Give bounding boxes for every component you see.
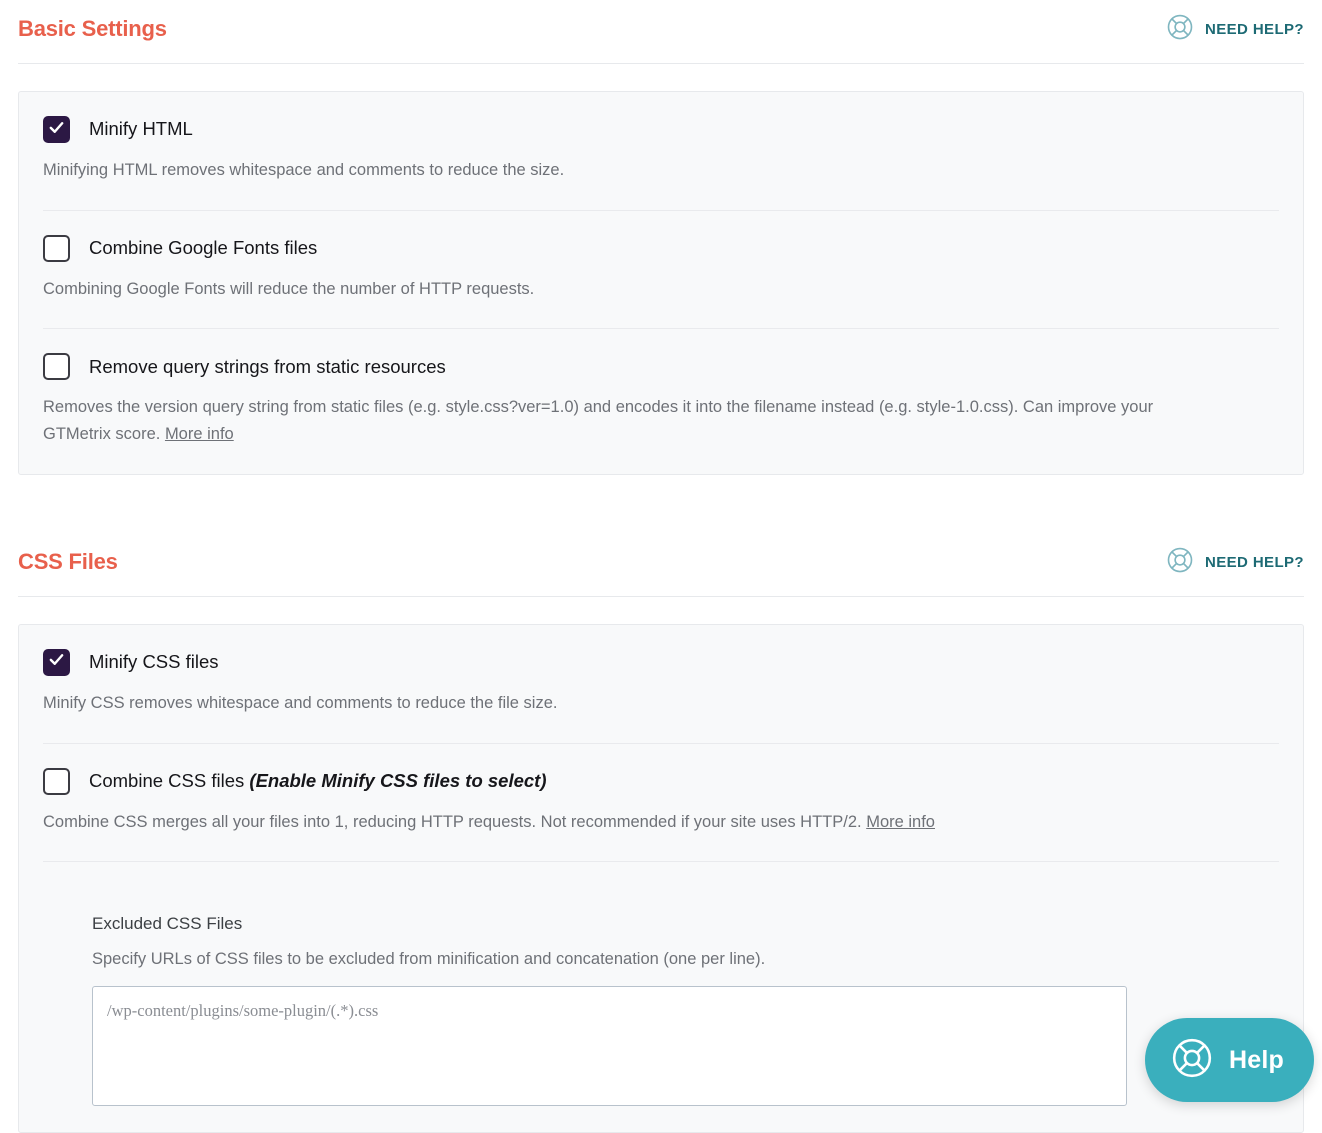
section-header: CSS Files NEED HELP?: [18, 533, 1304, 597]
setting-description-text: Minifying HTML removes whitespace and co…: [43, 161, 565, 179]
setting-label: Minify CSS files: [89, 651, 219, 673]
row-head: Remove query strings from static resourc…: [43, 353, 1279, 381]
need-help-link[interactable]: NEED HELP?: [1165, 12, 1304, 47]
checkbox-combine-google-fonts-files[interactable]: [43, 234, 70, 262]
setting-label: Remove query strings from static resourc…: [89, 356, 446, 378]
setting-description: Removes the version query string from st…: [43, 394, 1173, 447]
help-widget-button[interactable]: Help: [1145, 1018, 1314, 1102]
lifebuoy-icon: [1165, 545, 1195, 580]
setting-description: Minifying HTML removes whitespace and co…: [43, 157, 1173, 184]
settings-page: Basic Settings NEED HELP? Minify HTML Mi…: [0, 0, 1322, 1133]
setting-label-text: Minify CSS files: [89, 651, 219, 673]
setting-description: Combining Google Fonts will reduce the n…: [43, 276, 1173, 303]
checkbox-minify-html[interactable]: [43, 116, 70, 143]
setting-description: Minify CSS removes whitespace and commen…: [43, 690, 1173, 717]
setting-row-excluded-css-files: Excluded CSS Files Specify URLs of CSS f…: [43, 862, 1279, 1132]
check-icon: [48, 119, 65, 141]
setting-label: Combine CSS files (Enable Minify CSS fil…: [89, 770, 547, 792]
need-help-label: NEED HELP?: [1204, 21, 1304, 38]
setting-label-text: Combine CSS files: [89, 770, 250, 791]
setting-description-text: Combining Google Fonts will reduce the n…: [43, 279, 535, 298]
setting-label-text: Remove query strings from static resourc…: [89, 355, 446, 377]
more-info-link[interactable]: More info: [165, 425, 234, 443]
check-icon: [48, 651, 65, 673]
section-basic-settings: Basic Settings NEED HELP? Minify HTML Mi…: [0, 0, 1322, 475]
section-title-css-files: CSS Files: [18, 549, 118, 575]
section-header: Basic Settings NEED HELP?: [18, 0, 1304, 64]
section-css-files: CSS Files NEED HELP? Minify CSS files Mi…: [0, 533, 1322, 1133]
setting-row-minify-css-files: Minify CSS files Minify CSS removes whit…: [43, 625, 1279, 744]
need-help-link[interactable]: NEED HELP?: [1165, 545, 1304, 580]
excluded-css-files-label: Excluded CSS Files: [92, 914, 243, 934]
setting-description-text: Minify CSS removes whitespace and commen…: [43, 693, 558, 712]
row-head: Combine CSS files (Enable Minify CSS fil…: [43, 767, 1279, 795]
setting-row-combine-css-files: Combine CSS files (Enable Minify CSS fil…: [43, 744, 1279, 863]
lifebuoy-icon: [1165, 12, 1195, 47]
need-help-label: NEED HELP?: [1204, 553, 1304, 571]
setting-label: Combine Google Fonts files: [89, 237, 317, 259]
help-widget-label: Help: [1229, 1045, 1284, 1074]
row-head: Minify HTML: [43, 116, 1279, 143]
setting-row-remove-query-strings: Remove query strings from static resourc…: [43, 329, 1279, 473]
setting-description-text: Combine CSS merges all your files into 1…: [43, 812, 867, 831]
excluded-css-files-description: Specify URLs of CSS files to be excluded…: [92, 949, 766, 968]
field-block: Excluded CSS Files Specify URLs of CSS f…: [43, 886, 1279, 1107]
row-head: Minify CSS files: [43, 648, 1279, 676]
row-head: Combine Google Fonts files: [43, 234, 1279, 262]
checkbox-minify-css-files[interactable]: [43, 648, 70, 676]
setting-row-combine-google-fonts-files: Combine Google Fonts files Combining Goo…: [43, 211, 1279, 330]
excluded-css-files-input[interactable]: [92, 986, 1127, 1107]
page-title: Basic Settings: [18, 16, 167, 42]
setting-label-hint: (Enable Minify CSS files to select): [249, 770, 547, 791]
checkbox-combine-css-files[interactable]: [43, 767, 70, 795]
setting-label-text: Minify HTML: [89, 118, 193, 140]
setting-row-minify-html: Minify HTML Minifying HTML removes white…: [43, 92, 1279, 211]
more-info-link[interactable]: More info: [866, 813, 935, 831]
setting-label-text: Combine Google Fonts files: [89, 237, 318, 259]
settings-card: Minify HTML Minifying HTML removes white…: [18, 91, 1304, 475]
checkbox-remove-query-strings[interactable]: [43, 353, 70, 381]
setting-label: Minify HTML: [89, 118, 193, 140]
settings-card: Minify CSS files Minify CSS removes whit…: [18, 623, 1304, 1133]
setting-description: Combine CSS merges all your files into 1…: [43, 809, 1173, 836]
lifebuoy-icon: [1169, 1035, 1215, 1086]
